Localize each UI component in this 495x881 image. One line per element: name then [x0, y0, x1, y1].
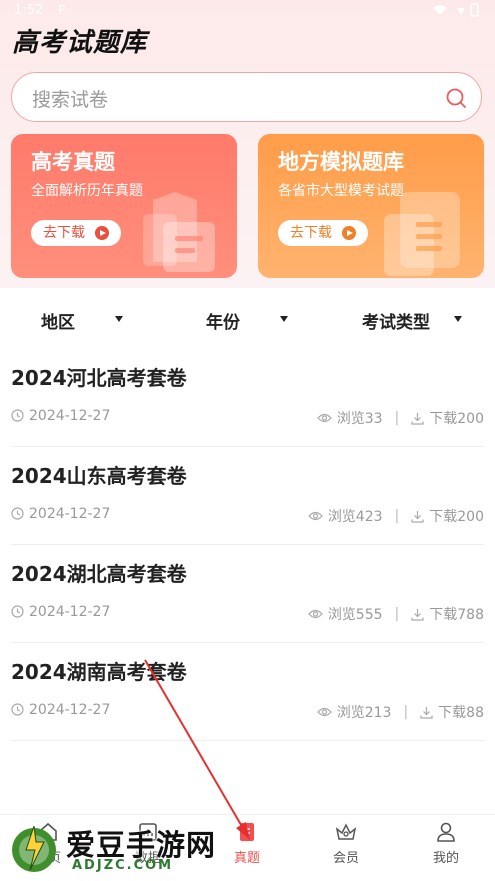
filter-exam-type[interactable]: 考试类型	[362, 308, 430, 333]
divider: |	[403, 704, 409, 720]
download-icon	[420, 706, 433, 719]
watermark-logo-icon	[12, 825, 56, 872]
caret-down-icon[interactable]	[454, 316, 462, 322]
banner-download-button[interactable]: 去下载	[31, 220, 121, 246]
search-bar[interactable]: 搜索试卷	[11, 72, 482, 122]
views-text: 浏览555	[327, 607, 383, 623]
eye-icon	[316, 413, 332, 423]
play-icon	[342, 226, 356, 240]
filter-bar: 地区 年份 考试类型	[0, 288, 495, 348]
banner-button-label: 去下载	[290, 225, 332, 241]
paper-date: 2024-12-27	[11, 702, 110, 718]
paper-date: 2024-12-27	[11, 604, 110, 620]
eye-icon	[316, 707, 332, 717]
downloads-text: 下载200	[429, 411, 484, 427]
document-illustration-icon	[143, 192, 215, 272]
status-notification-icon: P	[58, 3, 66, 17]
banner-title: 地方模拟题库	[278, 150, 404, 174]
paper-date: 2024-12-27	[11, 506, 110, 522]
search-input[interactable]: 搜索试卷	[32, 85, 108, 112]
date-text: 2024-12-27	[29, 408, 111, 424]
banner-gaokao-real[interactable]: 高考真题 全面解析历年真题 去下载	[11, 134, 237, 278]
paper-stats: 浏览213 | 下载88	[316, 702, 484, 722]
tab-label: 我的	[432, 851, 459, 866]
date-text: 2024-12-27	[29, 506, 111, 522]
banner-title: 高考真题	[31, 150, 115, 174]
download-icon	[411, 608, 424, 621]
downloads-text: 下载788	[429, 607, 484, 623]
play-icon	[95, 226, 109, 240]
banner-local-mock[interactable]: 地方模拟题库 各省市大型模考试题 去下载	[258, 134, 484, 278]
banner-download-button[interactable]: 去下载	[278, 220, 368, 246]
watermark: 爱豆手游网 ADJZC.COM	[8, 820, 268, 876]
views-text: 浏览423	[327, 509, 383, 525]
search-icon[interactable]	[445, 87, 467, 109]
clock-icon	[11, 507, 24, 520]
date-text: 2024-12-27	[29, 604, 111, 620]
paper-title: 2024山东高考套卷	[11, 464, 187, 488]
watermark-url: ADJZC.COM	[72, 858, 174, 873]
eye-icon	[307, 609, 323, 619]
list-item[interactable]: 2024山东高考套卷 2024-12-27 浏览423 | 下载200	[11, 446, 484, 545]
eye-icon	[307, 511, 323, 521]
download-icon	[411, 412, 424, 425]
list-item[interactable]: 2024湖南高考套卷 2024-12-27 浏览213 | 下载88	[11, 642, 484, 741]
divider: |	[394, 606, 400, 622]
page-title: 高考试题库	[12, 28, 148, 58]
download-icon	[411, 510, 424, 523]
status-time: 1:52	[14, 3, 44, 18]
divider: |	[394, 508, 400, 524]
paper-title: 2024河北高考套卷	[11, 366, 187, 390]
caret-down-icon[interactable]	[280, 316, 288, 322]
caret-down-icon[interactable]	[115, 316, 123, 322]
clock-icon	[11, 409, 24, 422]
filter-region[interactable]: 地区	[41, 308, 75, 333]
tab-profile[interactable]: 我的	[416, 819, 476, 866]
paper-stats: 浏览555 | 下载788	[307, 604, 484, 624]
divider: |	[394, 410, 400, 426]
tab-label: 会员	[332, 851, 359, 866]
views-text: 浏览33	[336, 411, 383, 427]
downloads-text: 下载200	[429, 509, 484, 525]
paper-date: 2024-12-27	[11, 408, 110, 424]
banner-button-label: 去下载	[43, 225, 85, 241]
tab-member[interactable]: 会员	[316, 819, 376, 866]
crown-icon	[335, 823, 357, 840]
user-icon	[437, 822, 455, 842]
status-icons	[431, 3, 481, 20]
paper-title: 2024湖北高考套卷	[11, 562, 187, 586]
date-text: 2024-12-27	[29, 702, 111, 718]
paper-stats: 浏览33 | 下载200	[316, 408, 484, 428]
wifi-battery-icon	[433, 3, 479, 17]
header-area: 1:52 P 高考试题库 搜索试卷 高考真题 全面解析历年真题 去下载 地方模拟…	[0, 0, 495, 288]
list-item[interactable]: 2024湖北高考套卷 2024-12-27 浏览555 | 下载788	[11, 544, 484, 643]
clock-icon	[11, 703, 24, 716]
filter-year[interactable]: 年份	[206, 308, 240, 333]
paper-title: 2024湖南高考套卷	[11, 660, 187, 684]
downloads-text: 下载88	[438, 705, 484, 721]
views-text: 浏览213	[336, 705, 392, 721]
clock-icon	[11, 605, 24, 618]
list-item[interactable]: 2024河北高考套卷 2024-12-27 浏览33 | 下载200	[11, 348, 484, 447]
paper-stats: 浏览423 | 下载200	[307, 506, 484, 526]
document-illustration-icon	[384, 192, 460, 276]
